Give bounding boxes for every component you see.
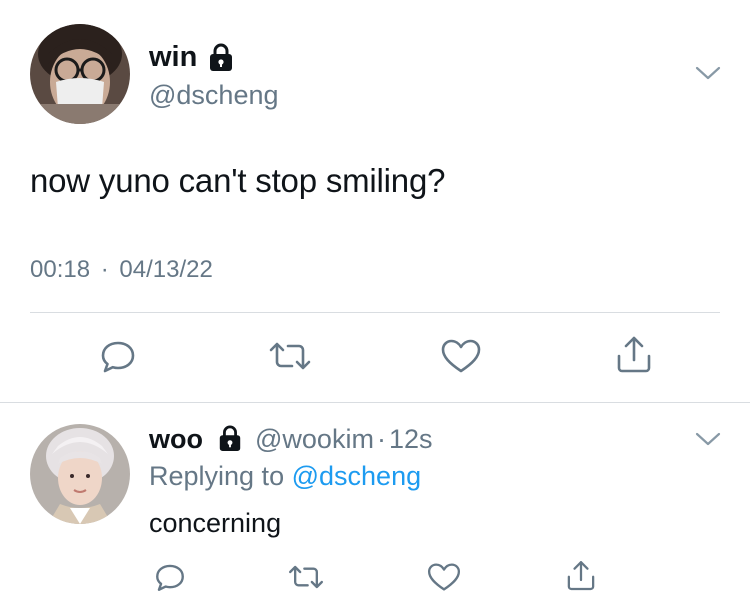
like-button[interactable] [424,560,464,594]
reply-author-handle[interactable]: @wookim [255,424,374,454]
share-button[interactable] [562,558,600,594]
reply-button[interactable] [96,336,140,376]
lock-icon [217,424,243,452]
retweet-icon [269,342,311,370]
tweet-meta: 00:18 · 04/13/22 [30,256,213,284]
reply-age[interactable]: 12s [389,424,433,454]
tweet-text: now yuno can't stop smiling? [30,162,446,199]
share-icon [617,336,651,373]
reply-button[interactable] [152,560,188,594]
reply-meta: @wookim · 12s [255,424,432,455]
reply-text: concerning [149,508,282,538]
heart-icon [427,563,461,591]
reply-icon [101,341,135,373]
share-icon [567,561,595,591]
reply-author-name[interactable]: woo [149,424,203,455]
replying-to: Replying to @dscheng [149,461,421,492]
retweet-icon [289,565,323,589]
like-button[interactable] [438,336,484,376]
share-button[interactable] [612,334,656,376]
divider [30,312,720,313]
lock-icon [207,42,235,72]
meta-separator: · [376,424,386,454]
heart-icon [441,339,481,373]
tweet-time[interactable]: 00:18 [30,256,90,283]
author-name[interactable]: win [149,41,197,74]
section-divider [0,402,750,403]
reply-icon [156,564,184,591]
chevron-down-icon[interactable] [694,430,722,448]
replying-prefix: Replying to [149,461,285,491]
replying-mention-link[interactable]: @dscheng [292,461,422,491]
author-avatar[interactable] [30,24,130,124]
meta-separator: · [100,256,109,283]
reply-avatar[interactable] [30,424,130,524]
retweet-button[interactable] [266,336,314,376]
retweet-button[interactable] [285,560,327,594]
author-handle[interactable]: @dscheng [149,80,279,111]
tweet-date[interactable]: 04/13/22 [119,256,212,283]
chevron-down-icon[interactable] [694,64,722,82]
